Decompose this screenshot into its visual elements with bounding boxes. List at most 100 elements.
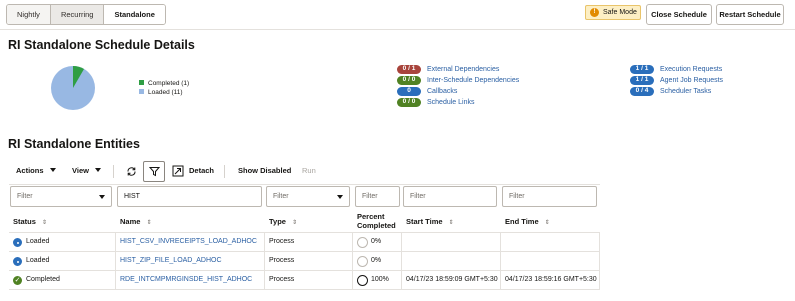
filter-icon bbox=[149, 167, 160, 177]
row-start-time: 04/17/23 18:59:09 GMT+5:30 bbox=[406, 276, 498, 283]
restart-schedule-button[interactable]: Restart Schedule bbox=[716, 4, 784, 25]
sort-icon: ⇕ bbox=[291, 220, 297, 226]
percent-filter-input[interactable]: Filter bbox=[355, 186, 400, 207]
detach-icon[interactable] bbox=[172, 165, 184, 177]
row-end-time: 04/17/23 18:59:16 GMT+5:30 bbox=[505, 276, 597, 283]
end-time-filter-input[interactable]: Filter bbox=[502, 186, 597, 207]
entities-title: RI Standalone Entities bbox=[8, 137, 140, 151]
detach-button[interactable]: Detach bbox=[189, 166, 214, 175]
callbacks-link[interactable]: 0 Callbacks bbox=[397, 87, 457, 96]
progress-ring-icon bbox=[357, 256, 368, 267]
row-type: Process bbox=[269, 276, 295, 283]
scheduler-tasks-label: Scheduler Tasks bbox=[660, 88, 712, 95]
inter-schedule-dependencies-badge: 0 / 0 bbox=[397, 76, 421, 85]
agent-job-requests-link[interactable]: 1 / 1 Agent Job Requests bbox=[630, 76, 723, 85]
schedule-details-title: RI Standalone Schedule Details bbox=[8, 38, 195, 52]
legend-label-loaded: Loaded (11) bbox=[148, 89, 183, 96]
column-divider bbox=[115, 232, 116, 289]
column-header-status[interactable]: Status ⇕ bbox=[13, 217, 47, 226]
row-name-link[interactable]: HIST_ZIP_FILE_LOAD_ADHOC bbox=[120, 257, 222, 264]
sort-icon: ⇕ bbox=[146, 220, 152, 226]
start-time-filter-input[interactable]: Filter bbox=[403, 186, 497, 207]
agent-job-requests-label: Agent Job Requests bbox=[660, 77, 724, 84]
column-header-percent[interactable]: Percent Completed bbox=[357, 212, 396, 230]
external-dependencies-link[interactable]: 0 / 1 External Dependencies bbox=[397, 65, 499, 74]
column-header-end-time[interactable]: End Time ⇕ bbox=[505, 217, 550, 226]
row-status: Completed bbox=[26, 276, 60, 283]
scheduler-tasks-link[interactable]: 0 / 4 Scheduler Tasks bbox=[630, 87, 711, 96]
percent-header-line1: Percent bbox=[357, 212, 385, 221]
scheduler-tasks-badge: 0 / 4 bbox=[630, 87, 654, 96]
inter-schedule-dependencies-link[interactable]: 0 / 0 Inter-Schedule Dependencies bbox=[397, 76, 519, 85]
table-top-border bbox=[9, 184, 600, 185]
type-filter-placeholder: Filter bbox=[273, 193, 289, 200]
execution-requests-link[interactable]: 1 / 1 Execution Requests bbox=[630, 65, 722, 74]
row-name-link[interactable]: RDE_INTCMPMRGINSDE_HIST_ADHOC bbox=[120, 276, 252, 283]
schedule-links-link[interactable]: 0 / 0 Schedule Links bbox=[397, 98, 474, 107]
legend-swatch-loaded bbox=[139, 89, 144, 94]
row-type: Process bbox=[269, 238, 295, 245]
sort-icon: ⇕ bbox=[41, 220, 47, 226]
column-header-type[interactable]: Type ⇕ bbox=[269, 217, 297, 226]
name-filter-input[interactable]: HIST bbox=[117, 186, 262, 207]
sort-icon: ⇕ bbox=[544, 220, 550, 226]
refresh-icon[interactable] bbox=[126, 166, 137, 177]
status-filter-placeholder: Filter bbox=[17, 193, 33, 200]
column-divider bbox=[599, 232, 600, 289]
row-type: Process bbox=[269, 257, 295, 264]
status-header-label: Status bbox=[13, 217, 36, 226]
column-divider bbox=[264, 232, 265, 289]
callbacks-label: Callbacks bbox=[427, 88, 458, 95]
schedule-links-badge: 0 / 0 bbox=[397, 98, 421, 107]
name-header-label: Name bbox=[120, 217, 141, 226]
row-divider bbox=[9, 289, 600, 290]
type-filter[interactable]: Filter bbox=[266, 186, 350, 207]
filter-toggle-button[interactable] bbox=[143, 161, 165, 182]
column-divider bbox=[401, 232, 402, 289]
legend-label-completed: Completed (1) bbox=[148, 80, 190, 87]
progress-ring-icon bbox=[357, 237, 368, 248]
tab-recurring[interactable]: Recurring bbox=[50, 5, 105, 24]
row-name-link[interactable]: HIST_CSV_INVRECEIPTS_LOAD_ADHOC bbox=[120, 238, 257, 245]
status-filter[interactable]: Filter bbox=[10, 186, 112, 207]
warning-icon: ! bbox=[590, 8, 599, 17]
external-dependencies-label: External Dependencies bbox=[427, 66, 500, 73]
view-menu[interactable]: View bbox=[72, 166, 101, 175]
show-disabled-button[interactable]: Show Disabled bbox=[238, 166, 291, 175]
schedule-type-switcher: Nightly Recurring Standalone bbox=[6, 4, 166, 25]
tab-nightly[interactable]: Nightly bbox=[7, 5, 51, 24]
column-header-name[interactable]: Name ⇕ bbox=[120, 217, 151, 226]
row-divider bbox=[9, 270, 600, 271]
column-header-start-time[interactable]: Start Time ⇕ bbox=[406, 217, 454, 226]
chevron-down-icon bbox=[49, 168, 56, 172]
callbacks-badge: 0 bbox=[397, 87, 421, 96]
legend-swatch-completed bbox=[139, 80, 144, 85]
start-time-header-label: Start Time bbox=[406, 217, 443, 226]
execution-requests-badge: 1 / 1 bbox=[630, 65, 654, 74]
agent-job-requests-badge: 1 / 1 bbox=[630, 76, 654, 85]
column-divider bbox=[500, 232, 501, 289]
row-divider bbox=[9, 232, 600, 233]
row-status: Loaded bbox=[26, 257, 50, 264]
view-label: View bbox=[72, 166, 89, 175]
status-pie-chart bbox=[51, 66, 95, 110]
row-percent: 100% bbox=[371, 276, 389, 283]
sort-icon: ⇕ bbox=[448, 220, 454, 226]
legend-item-loaded: Loaded (11) bbox=[139, 89, 183, 96]
row-percent: 0% bbox=[371, 257, 382, 264]
loaded-status-icon bbox=[13, 257, 22, 266]
chevron-down-icon bbox=[337, 195, 343, 199]
row-percent: 0% bbox=[371, 238, 382, 245]
progress-ring-icon bbox=[357, 275, 368, 286]
percent-header-line2: Completed bbox=[357, 221, 396, 230]
top-bar: Nightly Recurring Standalone ! Safe Mode… bbox=[0, 0, 795, 30]
end-time-header-label: End Time bbox=[505, 217, 539, 226]
actions-label: Actions bbox=[16, 166, 44, 175]
actions-menu[interactable]: Actions bbox=[16, 166, 56, 175]
safe-mode-badge[interactable]: ! Safe Mode bbox=[585, 5, 641, 20]
run-button: Run bbox=[302, 166, 316, 175]
close-schedule-button[interactable]: Close Schedule bbox=[646, 4, 712, 25]
tab-standalone[interactable]: Standalone bbox=[104, 5, 165, 24]
safe-mode-label: Safe Mode bbox=[603, 9, 637, 16]
toolbar-divider bbox=[113, 165, 114, 178]
